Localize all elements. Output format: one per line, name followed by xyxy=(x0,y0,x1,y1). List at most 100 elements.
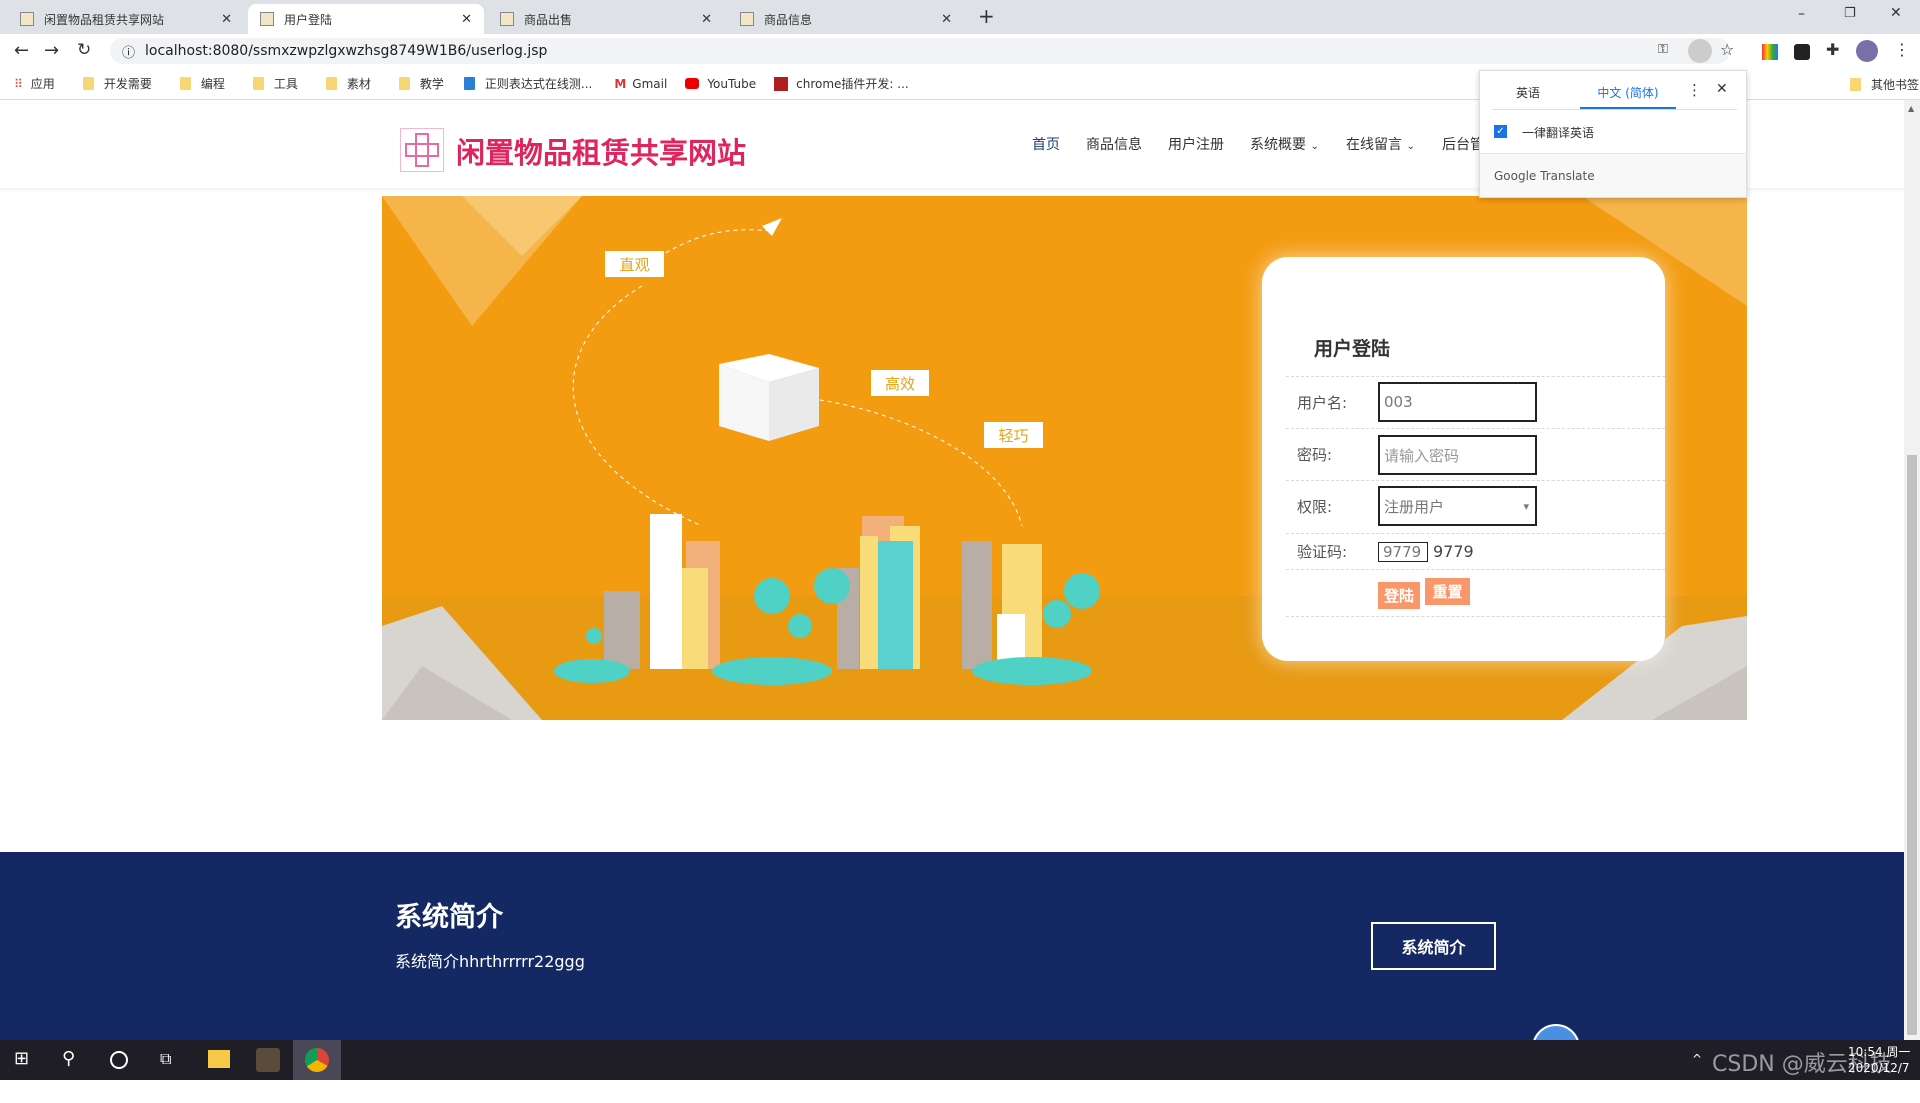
windows-start-icon[interactable]: ⊞ xyxy=(14,1048,29,1069)
other-bookmarks[interactable]: 其他书签 xyxy=(1850,76,1919,93)
bookmark-folder[interactable]: 开发需要 xyxy=(82,75,152,92)
favicon-icon xyxy=(500,12,514,26)
nav-messages[interactable]: 在线留言 ⌄ xyxy=(1346,134,1415,154)
username-label: 用户名: xyxy=(1297,394,1348,412)
chrome-taskbar-button[interactable] xyxy=(293,1040,341,1080)
bookmark-youtube[interactable]: YouTube xyxy=(685,77,756,91)
divider xyxy=(1286,480,1665,481)
close-window-button[interactable]: ✕ xyxy=(1890,5,1902,21)
bookmark-folder[interactable]: 素材 xyxy=(325,75,371,92)
footer-intro-button[interactable]: 系统简介 xyxy=(1371,922,1496,970)
restore-button[interactable]: ❐ xyxy=(1844,6,1856,21)
file-explorer-icon[interactable] xyxy=(208,1050,230,1068)
password-label: 密码: xyxy=(1297,446,1333,464)
scrollbar-thumb[interactable] xyxy=(1907,455,1917,1035)
back-icon[interactable]: ← xyxy=(14,40,29,61)
reload-icon[interactable]: ↻ xyxy=(77,40,91,60)
nav-register[interactable]: 用户注册 xyxy=(1168,134,1224,154)
footer: 系统简介 系统简介hhrthrrrrr22ggg 系统简介 xyxy=(0,852,1904,1054)
close-tab-icon[interactable]: ✕ xyxy=(701,12,712,27)
folder-icon xyxy=(179,77,191,90)
footer-title: 系统简介 xyxy=(395,902,503,933)
bubble-light: 轻巧 xyxy=(984,422,1043,448)
tab-bar: 闲置物品租赁共享网站 ✕ 用户登陆 ✕ 商品出售 ✕ 商品信息 ✕ + – ❐ ✕ xyxy=(0,0,1920,34)
taskbar: ⊞ ⚲ ⧉ ^ CSDN @威云科技2010 10:54 周一 2020/12/… xyxy=(0,1040,1920,1103)
scrollbar[interactable]: ▲ xyxy=(1904,100,1920,1040)
scroll-up-icon[interactable]: ▲ xyxy=(1908,104,1914,113)
youtube-icon xyxy=(685,78,700,89)
bookmark-apps[interactable]: ⠿ 应用 xyxy=(14,75,55,92)
folder-icon xyxy=(325,77,337,90)
tab-home[interactable]: 闲置物品租赁共享网站 ✕ xyxy=(8,4,244,34)
cortana-icon[interactable] xyxy=(110,1051,128,1069)
chrome-icon xyxy=(305,1048,329,1072)
puzzle-icon[interactable]: ✚ xyxy=(1826,40,1839,59)
chevron-down-icon: ▾ xyxy=(1523,499,1529,513)
captcha-code: 9779 xyxy=(1433,542,1474,561)
divider xyxy=(1286,569,1665,570)
reset-button[interactable]: 重置 xyxy=(1425,578,1470,605)
chevron-down-icon: ⌄ xyxy=(1406,141,1415,152)
close-tab-icon[interactable]: ✕ xyxy=(461,12,472,27)
divider xyxy=(1286,376,1665,377)
extension-icon[interactable] xyxy=(1794,44,1810,60)
captcha-input[interactable]: 9779 xyxy=(1378,542,1428,562)
login-title: 用户登陆 xyxy=(1314,338,1391,360)
tray-expand-icon[interactable]: ^ xyxy=(1692,1052,1702,1066)
password-input[interactable]: 请输入密码 xyxy=(1378,435,1537,475)
nav-overview[interactable]: 系统概要 ⌄ xyxy=(1250,134,1319,154)
bookmark-chrome-ext[interactable]: chrome插件开发: ... xyxy=(774,75,909,92)
translate-popup: 英语 中文 (简体) ⋮ ✕ ✓ 一律翻译英语 Google Translate xyxy=(1479,70,1747,198)
close-tab-icon[interactable]: ✕ xyxy=(221,12,232,27)
minimize-button[interactable]: – xyxy=(1798,6,1805,22)
close-icon[interactable]: ✕ xyxy=(1716,81,1728,97)
username-input[interactable]: 003 xyxy=(1378,382,1537,422)
nav-home[interactable]: 首页 xyxy=(1032,134,1060,154)
bookmark-folder[interactable]: 教学 xyxy=(398,75,444,92)
always-translate-label: 一律翻译英语 xyxy=(1522,126,1595,140)
close-tab-icon[interactable]: ✕ xyxy=(941,12,952,27)
clock-time[interactable]: 10:54 周一 xyxy=(1848,1043,1910,1060)
bookmark-folder[interactable]: 工具 xyxy=(252,75,298,92)
footer-text: 系统简介hhrthrrrrr22ggg xyxy=(395,952,585,971)
more-options-icon[interactable]: ⋮ xyxy=(1687,81,1702,99)
url-input[interactable]: ⓘ localhost:8080/ssmxzwpzlgxwzhsg8749W1B6… xyxy=(110,38,1730,64)
login-card: 用户登陆 用户名: 003 密码: 请输入密码 权限: 注册用户 ▾ 验证码: 9… xyxy=(1262,257,1665,661)
avatar[interactable] xyxy=(1856,40,1878,62)
task-view-icon[interactable]: ⧉ xyxy=(160,1049,171,1069)
site-title: 闲置物品租赁共享网站 xyxy=(456,136,747,170)
role-select[interactable]: 注册用户 ▾ xyxy=(1378,486,1537,526)
bubble-intuitive: 直观 xyxy=(605,251,664,277)
tab-source-language[interactable]: 英语 xyxy=(1516,84,1540,101)
tab-goods[interactable]: 商品信息 ✕ xyxy=(728,4,964,34)
translate-icon[interactable] xyxy=(1688,39,1712,63)
google-translate-logo: Google Translate xyxy=(1494,169,1595,183)
extension-icon[interactable] xyxy=(1762,44,1778,60)
bookmark-gmail[interactable]: M Gmail xyxy=(614,77,667,91)
search-icon[interactable]: ⚲ xyxy=(62,1048,75,1069)
bookmark-regex[interactable]: 正则表达式在线测... xyxy=(463,75,592,92)
tab-sale[interactable]: 商品出售 ✕ xyxy=(488,4,724,34)
bookmark-folder[interactable]: 编程 xyxy=(179,75,225,92)
java-ee-ide-icon[interactable] xyxy=(256,1048,280,1072)
divider xyxy=(1286,533,1665,534)
tab-target-language[interactable]: 中文 (简体) xyxy=(1580,84,1676,109)
always-translate-checkbox[interactable]: ✓ xyxy=(1494,125,1507,138)
regex-icon xyxy=(463,77,475,90)
forward-icon[interactable]: → xyxy=(44,40,59,61)
clock-date[interactable]: 2020/12/7 xyxy=(1848,1061,1910,1075)
key-icon[interactable]: ⚿ xyxy=(1658,42,1668,57)
menu-icon[interactable]: ⋮ xyxy=(1894,40,1910,59)
new-tab-button[interactable]: + xyxy=(978,4,995,28)
nav-admin[interactable]: 后台管 xyxy=(1442,134,1484,154)
folder-icon xyxy=(252,77,264,90)
star-icon[interactable]: ☆ xyxy=(1720,40,1734,59)
tab-login[interactable]: 用户登陆 ✕ xyxy=(248,4,484,34)
logo-icon xyxy=(400,128,444,172)
login-button[interactable]: 登陆 xyxy=(1378,582,1420,609)
nav-goods[interactable]: 商品信息 xyxy=(1086,134,1142,154)
info-icon: ⓘ xyxy=(122,45,136,61)
bookmark-g-icon xyxy=(774,76,789,91)
gmail-icon: M xyxy=(614,76,627,91)
apps-grid-icon: ⠿ xyxy=(14,76,23,91)
